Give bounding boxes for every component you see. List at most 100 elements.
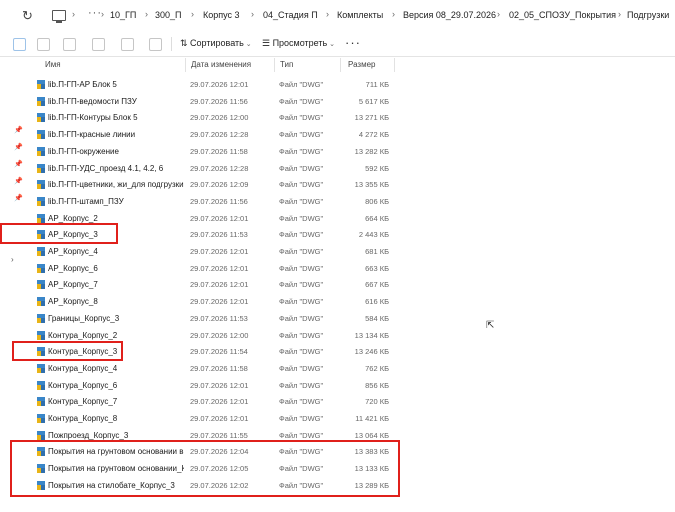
column-type[interactable]: Тип <box>280 60 293 69</box>
this-pc-icon[interactable] <box>52 10 66 23</box>
highlight-box-ar-korpus-3 <box>0 223 118 244</box>
file-row[interactable]: Контура_Корпус_6 29.07.2026 12:01 Файл "DW… <box>34 378 404 394</box>
pin-icon[interactable]: 📌 <box>14 177 23 185</box>
refresh-icon[interactable]: ↻ <box>22 8 33 24</box>
file-size: 13 246 КБ <box>354 347 389 357</box>
file-row[interactable]: lib.П-ГП-АР Блок 5 29.07.2026 12:01 Файл "… <box>34 77 404 93</box>
file-name: lib.П-ГП-АР Блок 5 <box>48 80 117 89</box>
breadcrumb-komplekty[interactable]: Комплекты <box>337 10 383 20</box>
delete-icon[interactable] <box>149 38 162 51</box>
column-size[interactable]: Размер <box>348 60 376 69</box>
breadcrumb-stadia-p[interactable]: 04_Стадия П <box>263 10 318 20</box>
file-type: Файл "DWG" <box>279 163 324 173</box>
file-row[interactable]: lib.П-ГП-штамп_ПЗУ 29.07.2026 11:56 Файл "… <box>34 194 404 210</box>
file-name: lib.П-ГП-УДС_проезд 4.1, 4.2, 6 <box>48 163 164 173</box>
file-size: 664 КБ <box>365 213 389 223</box>
file-row[interactable]: lib.П-ГП-красные линии 29.07.2026 12:28 Фа… <box>34 127 404 143</box>
sort-label: Сортировать <box>190 38 244 48</box>
file-row[interactable]: Контура_Корпус_8 29.07.2026 12:01 Файл "DW… <box>34 411 404 427</box>
file-row[interactable]: АР_Корпус_6 29.07.2026 12:01 Файл "DWG" 663… <box>34 261 404 277</box>
file-type: Файл "DWG" <box>279 80 324 89</box>
file-row[interactable]: Контура_Корпус_7 29.07.2026 12:01 Файл "DW… <box>34 394 404 410</box>
file-row[interactable]: lib.П-ГП-окружение 29.07.2026 11:58 Файл "… <box>34 144 404 160</box>
file-row[interactable]: АР_Корпус_8 29.07.2026 12:01 Файл "DWG" 616… <box>34 294 404 310</box>
file-type: Файл "DWG" <box>279 196 324 206</box>
file-type: Файл "DWG" <box>279 230 324 240</box>
pin-icon[interactable]: 📌 <box>14 143 23 151</box>
dwg-file-icon <box>37 80 45 89</box>
dwg-file-icon <box>37 196 45 206</box>
rename-icon[interactable] <box>121 38 134 51</box>
file-name: lib.П-ГП-Контуры Блок 5 <box>48 113 138 123</box>
dwg-file-icon <box>37 297 45 307</box>
file-size: 2 443 КБ <box>358 230 389 240</box>
file-row[interactable]: Контура_Корпус_4 29.07.2026 11:58 Файл "DW… <box>34 361 404 377</box>
file-type: Файл "DWG" <box>279 430 324 440</box>
file-date: 29.07.2026 11:58 <box>190 363 248 373</box>
pin-icon[interactable]: 📌 <box>14 160 23 168</box>
file-size: 667 КБ <box>365 280 389 290</box>
toolbar-divider <box>171 37 172 51</box>
breadcrumb-korpus-3[interactable]: Корпус 3 <box>203 10 240 20</box>
paste-icon[interactable] <box>92 38 105 51</box>
column-name[interactable]: Имя <box>45 60 61 69</box>
file-name: lib.П-ГП-красные линии <box>48 130 136 140</box>
file-row[interactable]: lib.П-ГП-цветники, жи_для подгрузки 29.07… <box>34 177 404 193</box>
file-name: lib.П-ГП-штамп_ПЗУ <box>48 196 124 206</box>
file-row[interactable]: Границы_Корпус_3 29.07.2026 11:53 Файл "DW… <box>34 311 404 327</box>
dwg-file-icon <box>37 213 45 223</box>
file-row[interactable]: lib.П-ГП-Контуры Блок 5 29.07.2026 12:00 Ф… <box>34 110 404 126</box>
address-bar: ↻ › ··· › 10_ГП › 300_П › Корпус 3 › 04_… <box>0 0 675 30</box>
file-type: Файл "DWG" <box>279 247 324 256</box>
file-size: 663 КБ <box>365 263 389 273</box>
copy-icon[interactable] <box>63 38 76 51</box>
sort-button[interactable]: ⇅ Сортировать ⌄ <box>180 38 252 49</box>
file-size: 13 282 КБ <box>354 146 389 156</box>
breadcrumb-podgruzki[interactable]: Подгрузки <box>627 10 669 20</box>
file-date: 29.07.2026 11:58 <box>190 146 248 156</box>
breadcrumb-10-gp[interactable]: 10_ГП <box>110 10 136 20</box>
dwg-file-icon <box>37 313 45 323</box>
file-name: Контура_Корпус_2 <box>48 330 118 340</box>
file-date: 29.07.2026 12:01 <box>190 397 249 407</box>
file-row[interactable]: АР_Корпус_7 29.07.2026 12:01 Файл "DWG" 667… <box>34 277 404 293</box>
dwg-file-icon <box>37 96 45 106</box>
file-date: 29.07.2026 11:56 <box>190 196 248 206</box>
sort-icon: ⇅ <box>180 38 191 48</box>
view-icon: ☰ <box>262 38 273 48</box>
column-divider[interactable] <box>185 58 186 72</box>
path-overflow-button[interactable]: ··· <box>88 7 102 19</box>
breadcrumb-300-p[interactable]: 300_П <box>155 10 182 20</box>
file-date: 29.07.2026 12:01 <box>190 280 249 290</box>
file-name: Контура_Корпус_6 <box>48 380 118 390</box>
file-date: 29.07.2026 12:00 <box>190 330 249 340</box>
dwg-file-icon <box>37 430 45 440</box>
dwg-file-icon <box>37 130 45 140</box>
pin-icon[interactable]: 📌 <box>14 126 23 134</box>
view-label: Просмотреть <box>272 38 328 48</box>
view-button[interactable]: ☰ Просмотреть ⌄ <box>262 38 335 49</box>
file-name: АР_Корпус_8 <box>48 297 98 307</box>
breadcrumb-spozu[interactable]: 02_05_СПОЗУ_Покрытия <box>509 10 616 20</box>
new-item-icon[interactable] <box>13 38 26 51</box>
pin-icon[interactable]: 📌 <box>14 194 23 202</box>
column-date[interactable]: Дата изменения <box>191 60 251 69</box>
expand-chevron-icon[interactable]: › <box>11 255 14 264</box>
file-date: 29.07.2026 12:01 <box>190 297 249 307</box>
file-row[interactable]: АР_Корпус_4 29.07.2026 12:01 Файл "DWG" 681… <box>34 244 404 260</box>
file-type: Файл "DWG" <box>279 313 324 323</box>
file-row[interactable]: lib.П-ГП-ведомости ПЗУ 29.07.2026 11:56 Фа… <box>34 94 404 110</box>
file-size: 592 КБ <box>365 163 389 173</box>
dwg-file-icon <box>37 414 45 423</box>
more-options-button[interactable]: ··· <box>345 35 361 50</box>
column-divider[interactable] <box>274 58 275 72</box>
breadcrumb-versia[interactable]: Версия 08_29.07.2026 <box>403 10 496 20</box>
file-row[interactable]: lib.П-ГП-УДС_проезд 4.1, 4.2, 6 29.07.202… <box>34 161 404 177</box>
file-type: Файл "DWG" <box>279 397 324 407</box>
cut-icon[interactable] <box>37 38 50 51</box>
chevron-down-icon: ⌄ <box>243 41 252 48</box>
column-divider[interactable] <box>340 58 341 72</box>
file-size: 711 КБ <box>365 80 389 89</box>
chevron-down-icon: ⌄ <box>327 41 336 48</box>
column-divider[interactable] <box>394 58 395 72</box>
